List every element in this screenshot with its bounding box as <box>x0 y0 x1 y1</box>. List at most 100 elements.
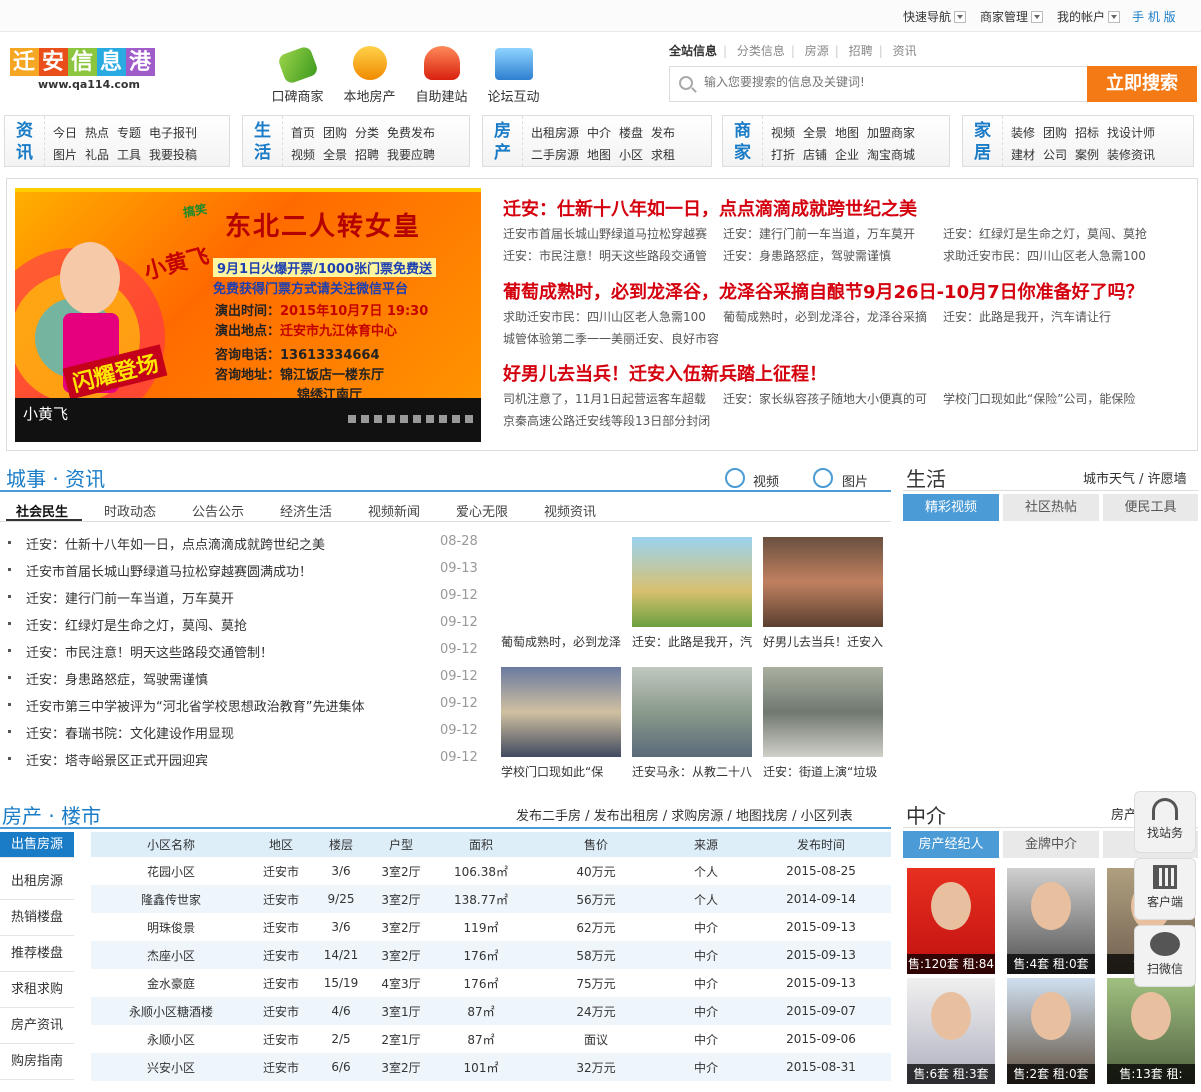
city-tab[interactable]: 社会民生 <box>16 501 68 520</box>
float-client[interactable]: 客户端 <box>1134 858 1196 920</box>
table-row[interactable]: 花园小区 迁安市 3/6 3室2厅 106.38㎡ 40万元 个人 2015-08-25 <box>91 857 891 885</box>
nav-link[interactable]: 招标 <box>1075 126 1099 140</box>
quick-link-reputation[interactable]: 口碑商家 <box>260 44 335 105</box>
search-tab-jobs[interactable]: 招聘 <box>849 44 873 58</box>
nav-link[interactable]: 热点 <box>85 126 109 140</box>
agent-card[interactable]: 售:6套 租:3套 <box>907 978 995 1084</box>
quick-link-site-builder[interactable]: 自助建站 <box>404 44 479 105</box>
news-item[interactable]: 迁安：仕新十八年如一日，点点滴滴成就跨世纪之美 08-28 <box>8 534 480 554</box>
tab-featured-video[interactable]: 精彩视频 <box>903 494 999 521</box>
nav-category[interactable]: 房产 <box>483 116 523 166</box>
news-thumbnail[interactable] <box>763 537 883 627</box>
search-button[interactable]: 立即搜索 <box>1087 66 1197 102</box>
headline-sub-link[interactable]: 城管体验第二季一一美丽迁安、良好市容 <box>503 330 718 347</box>
thumbnail-caption[interactable]: 好男儿去当兵！迁安入 <box>763 633 885 650</box>
nav-link[interactable]: 免费发布 <box>387 126 435 140</box>
news-item[interactable]: 迁安市首届长城山野绿道马拉松穿越赛圆满成功！ 09-13 <box>8 561 480 581</box>
news-title[interactable]: 迁安：建行门前一车当道，万车莫开 <box>26 588 234 607</box>
news-title[interactable]: 迁安市第三中学被评为“河北省学校思想政治教育”先进集体 <box>26 696 364 715</box>
nav-link[interactable]: 工具 <box>117 148 141 162</box>
photo-link[interactable]: 图片 <box>842 471 868 490</box>
search-tab-classified[interactable]: 分类信息 <box>737 44 785 58</box>
news-item[interactable]: 迁安：身患路怒症，驾驶需谨慎 09-12 <box>8 669 480 689</box>
nav-link[interactable]: 视频 <box>291 148 315 162</box>
table-row[interactable]: 杰座小区 迁安市 14/21 3室2厅 176㎡ 58万元 中介 2015-09-13 <box>91 941 891 969</box>
nav-category[interactable]: 生活 <box>243 116 283 166</box>
nav-link[interactable]: 淘宝商城 <box>867 148 915 162</box>
thumbnail-caption[interactable]: 迁安马永：从教二十八 <box>632 763 754 780</box>
nav-link[interactable]: 企业 <box>835 148 859 162</box>
city-tab[interactable]: 时政动态 <box>104 501 156 520</box>
news-title[interactable]: 迁安：市民注意！明天这些路段交通管制！ <box>26 642 273 661</box>
thumbnail-caption[interactable]: 学校门口现如此“保 <box>501 763 623 780</box>
property-menu-item[interactable]: 求租求购 <box>0 972 74 1008</box>
nav-link[interactable]: 今日 <box>53 126 77 140</box>
nav-category[interactable]: 资讯 <box>5 116 45 166</box>
headline-title[interactable]: 好男儿去当兵！迁安入伍新兵踏上征程！ <box>503 360 827 386</box>
news-title[interactable]: 迁安：仕新十八年如一日，点点滴滴成就跨世纪之美 <box>26 534 325 553</box>
nav-link[interactable]: 公司 <box>1043 148 1067 162</box>
photo-icon[interactable] <box>813 468 833 488</box>
thumbnail-caption[interactable]: 葡萄成熟时，必到龙泽 <box>501 633 623 650</box>
nav-link[interactable]: 找设计师 <box>1107 126 1155 140</box>
headline-sub-link[interactable]: 迁安市首届长城山野绿道马拉松穿越赛 <box>503 225 718 242</box>
news-item[interactable]: 迁安：建行门前一车当道，万车莫开 09-12 <box>8 588 480 608</box>
tab-community-posts[interactable]: 社区热帖 <box>1003 494 1099 521</box>
nav-category[interactable]: 家居 <box>963 116 1003 166</box>
nav-link[interactable]: 地图 <box>835 126 859 140</box>
table-row[interactable]: 金水豪庭 迁安市 15/19 4室3厅 176㎡ 75万元 中介 2015-09-13 <box>91 969 891 997</box>
property-menu-item[interactable]: 出租房源 <box>0 864 74 900</box>
banner-slide[interactable]: 东北二人转女皇 搞笑 小黄飞 9月1日火爆开票/1000张门票免费送 免费获得门… <box>15 188 481 442</box>
nav-link[interactable]: 装修 <box>1011 126 1035 140</box>
news-item[interactable]: 迁安市第三中学被评为“河北省学校思想政治教育”先进集体 09-12 <box>8 696 480 716</box>
agent-card[interactable]: 售:2套 租:0套 <box>1007 978 1095 1084</box>
table-row[interactable]: 永顺小区 迁安市 2/5 2室1厅 87㎡ 面议 中介 2015-09-06 <box>91 1025 891 1053</box>
table-row[interactable]: 永顺小区糖酒楼 迁安市 4/6 3室1厅 87㎡ 24万元 中介 2015-09-07 <box>91 997 891 1025</box>
news-item[interactable]: 迁安：塔寺峪景区正式开园迎宾 09-12 <box>8 750 480 770</box>
nav-link[interactable]: 团购 <box>1043 126 1067 140</box>
property-menu-item[interactable]: 房产资讯 <box>0 1008 74 1044</box>
news-thumbnail[interactable] <box>763 667 883 757</box>
nav-link[interactable]: 招聘 <box>355 148 379 162</box>
quick-link-forum[interactable]: 论坛互动 <box>476 44 551 105</box>
headline-sub-link[interactable]: 学校门口现如此“保险”公司，能保险 <box>943 390 1158 407</box>
headline-sub-link[interactable]: 迁安：建行门前一车当道，万车莫开 <box>723 225 938 242</box>
property-menu-item[interactable]: 购房指南 <box>0 1044 74 1080</box>
headline-sub-link[interactable]: 迁安：红绿灯是生命之灯，莫闯、莫抢 <box>943 225 1158 242</box>
news-title[interactable]: 迁安：塔寺峪景区正式开园迎宾 <box>26 750 208 769</box>
nav-link[interactable]: 视频 <box>771 126 795 140</box>
nav-link[interactable]: 求租 <box>651 148 675 162</box>
nav-link[interactable]: 全景 <box>323 148 347 162</box>
thumbnail-caption[interactable]: 迁安：街道上演“垃圾 <box>763 763 885 780</box>
mobile-link[interactable]: 手 机 版 <box>1132 8 1176 25</box>
city-tab[interactable]: 公告公示 <box>192 501 244 520</box>
quick-link-housing[interactable]: 本地房产 <box>332 44 407 105</box>
nav-link[interactable]: 分类 <box>355 126 379 140</box>
headline-sub-link[interactable]: 迁安：市民注意！明天这些路段交通管 <box>503 247 718 264</box>
city-tab[interactable]: 经济生活 <box>280 501 332 520</box>
headline-sub-link[interactable]: 迁安：家长纵容孩子随地大小便真的可 <box>723 390 938 407</box>
quick-nav-menu[interactable]: 快速导航 <box>903 8 967 25</box>
account-menu[interactable]: 我的帐户 <box>1057 8 1121 25</box>
news-thumbnail[interactable] <box>501 537 621 627</box>
nav-link[interactable]: 电子报刊 <box>149 126 197 140</box>
property-links[interactable]: 发布二手房 / 发布出租房 / 求购房源 / 地图找房 / 小区列表 <box>516 805 853 824</box>
headline-sub-link[interactable]: 司机注意了，11月1日起营运客车超载 <box>503 390 718 407</box>
agent-card[interactable]: 售:120套 租:84 <box>907 868 995 974</box>
nav-link[interactable]: 加盟商家 <box>867 126 915 140</box>
property-menu-item[interactable]: 推荐楼盘 <box>0 936 74 972</box>
news-title[interactable]: 迁安：红绿灯是生命之灯，莫闯、莫抢 <box>26 615 247 634</box>
search-tab-all[interactable]: 全站信息 <box>669 44 717 58</box>
merchant-menu[interactable]: 商家管理 <box>980 8 1044 25</box>
nav-link[interactable]: 案例 <box>1075 148 1099 162</box>
site-logo[interactable]: 迁安信息港 www.qa114.com <box>10 48 160 103</box>
table-row[interactable]: 兴安小区 迁安市 6/6 3室2厅 101㎡ 32万元 中介 2015-08-31 <box>91 1053 891 1081</box>
news-item[interactable]: 迁安：春瑞书院：文化建设作用显现 09-12 <box>8 723 480 743</box>
nav-link[interactable]: 打折 <box>771 148 795 162</box>
news-thumbnail[interactable] <box>632 537 752 627</box>
float-wechat[interactable]: 扫微信 <box>1134 925 1196 987</box>
nav-link[interactable]: 全景 <box>803 126 827 140</box>
nav-link[interactable]: 地图 <box>587 148 611 162</box>
video-link[interactable]: 视频 <box>753 471 779 490</box>
float-support[interactable]: 找站务 <box>1134 791 1196 853</box>
